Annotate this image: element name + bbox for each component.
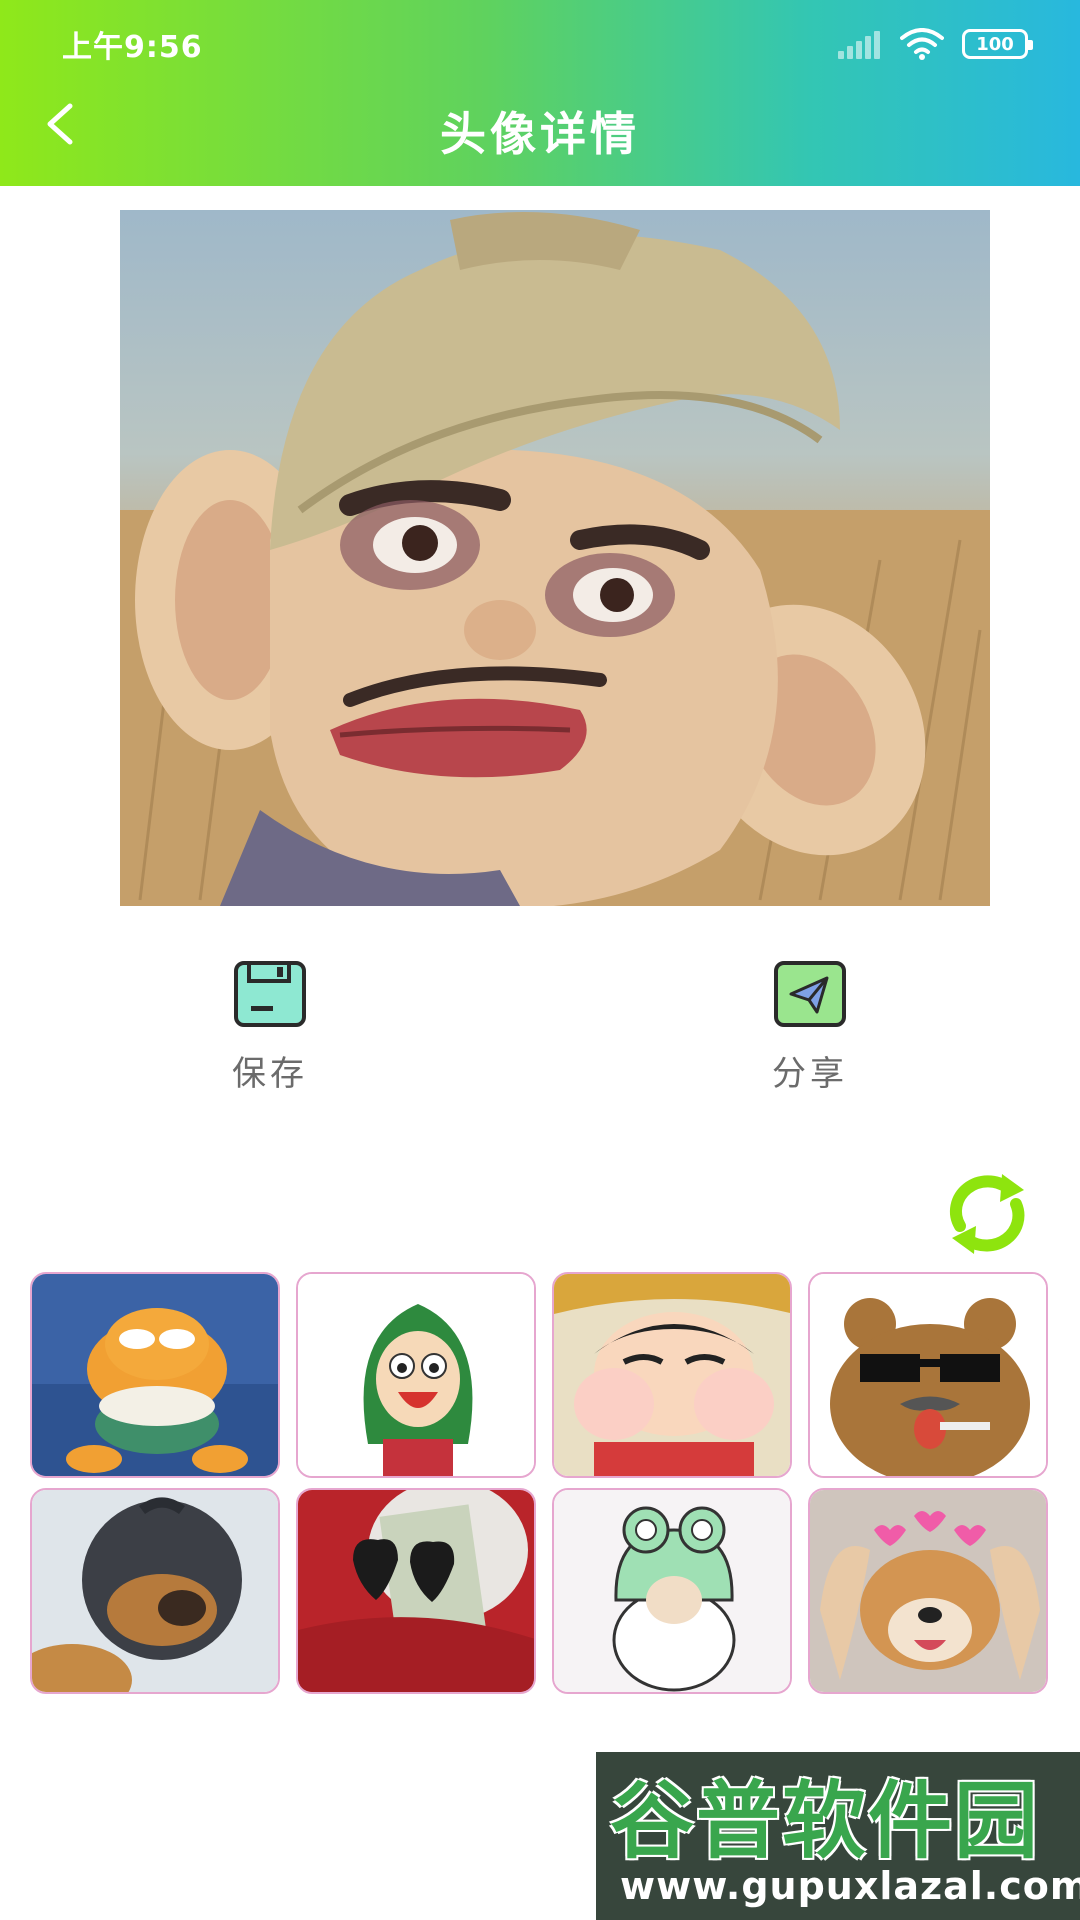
signal-icon [838,29,882,59]
avatar-preview-image [120,210,990,906]
wifi-icon [900,28,944,60]
status-time: 上午9:56 [62,30,203,65]
watermark-logo: 谷普软件园 www.gupuxlazal.com [596,1752,1080,1920]
send-icon [774,961,846,1027]
avatar-thumbnail-frog-hat[interactable] [552,1488,792,1694]
share-label: 分享 [772,1054,848,1094]
avatar-thumbnail-shiba-hearts[interactable] [808,1488,1048,1694]
watermark-title: 谷普软件园 [610,1772,1041,1870]
avatar-thumbnail-shin-chan[interactable] [552,1272,792,1478]
avatar-thumbnail-headscarf-girl[interactable] [296,1272,536,1478]
battery-level: 100 [976,33,1014,55]
avatar-thumbnail-garfield[interactable] [30,1272,280,1478]
battery-icon: 100 [962,29,1033,59]
app-header: 上午9:56 100 头像详情 [0,0,1080,186]
save-button[interactable]: 保存 [220,960,320,1095]
page-title: 头像详情 [440,107,640,161]
refresh-icon[interactable] [940,1170,1036,1258]
floppy-disk-icon [234,961,306,1027]
avatar-thumbnail-bear-sunglasses[interactable] [808,1272,1048,1478]
avatar-thumbnail-heart-sunglasses[interactable] [296,1488,536,1694]
save-label: 保存 [232,1054,308,1094]
avatar-thumbnail-dog-balaclava[interactable] [30,1488,280,1694]
watermark-url: www.gupuxlazal.com [620,1864,1080,1908]
status-icons: 100 [838,26,1033,62]
share-button[interactable]: 分享 [760,960,860,1095]
